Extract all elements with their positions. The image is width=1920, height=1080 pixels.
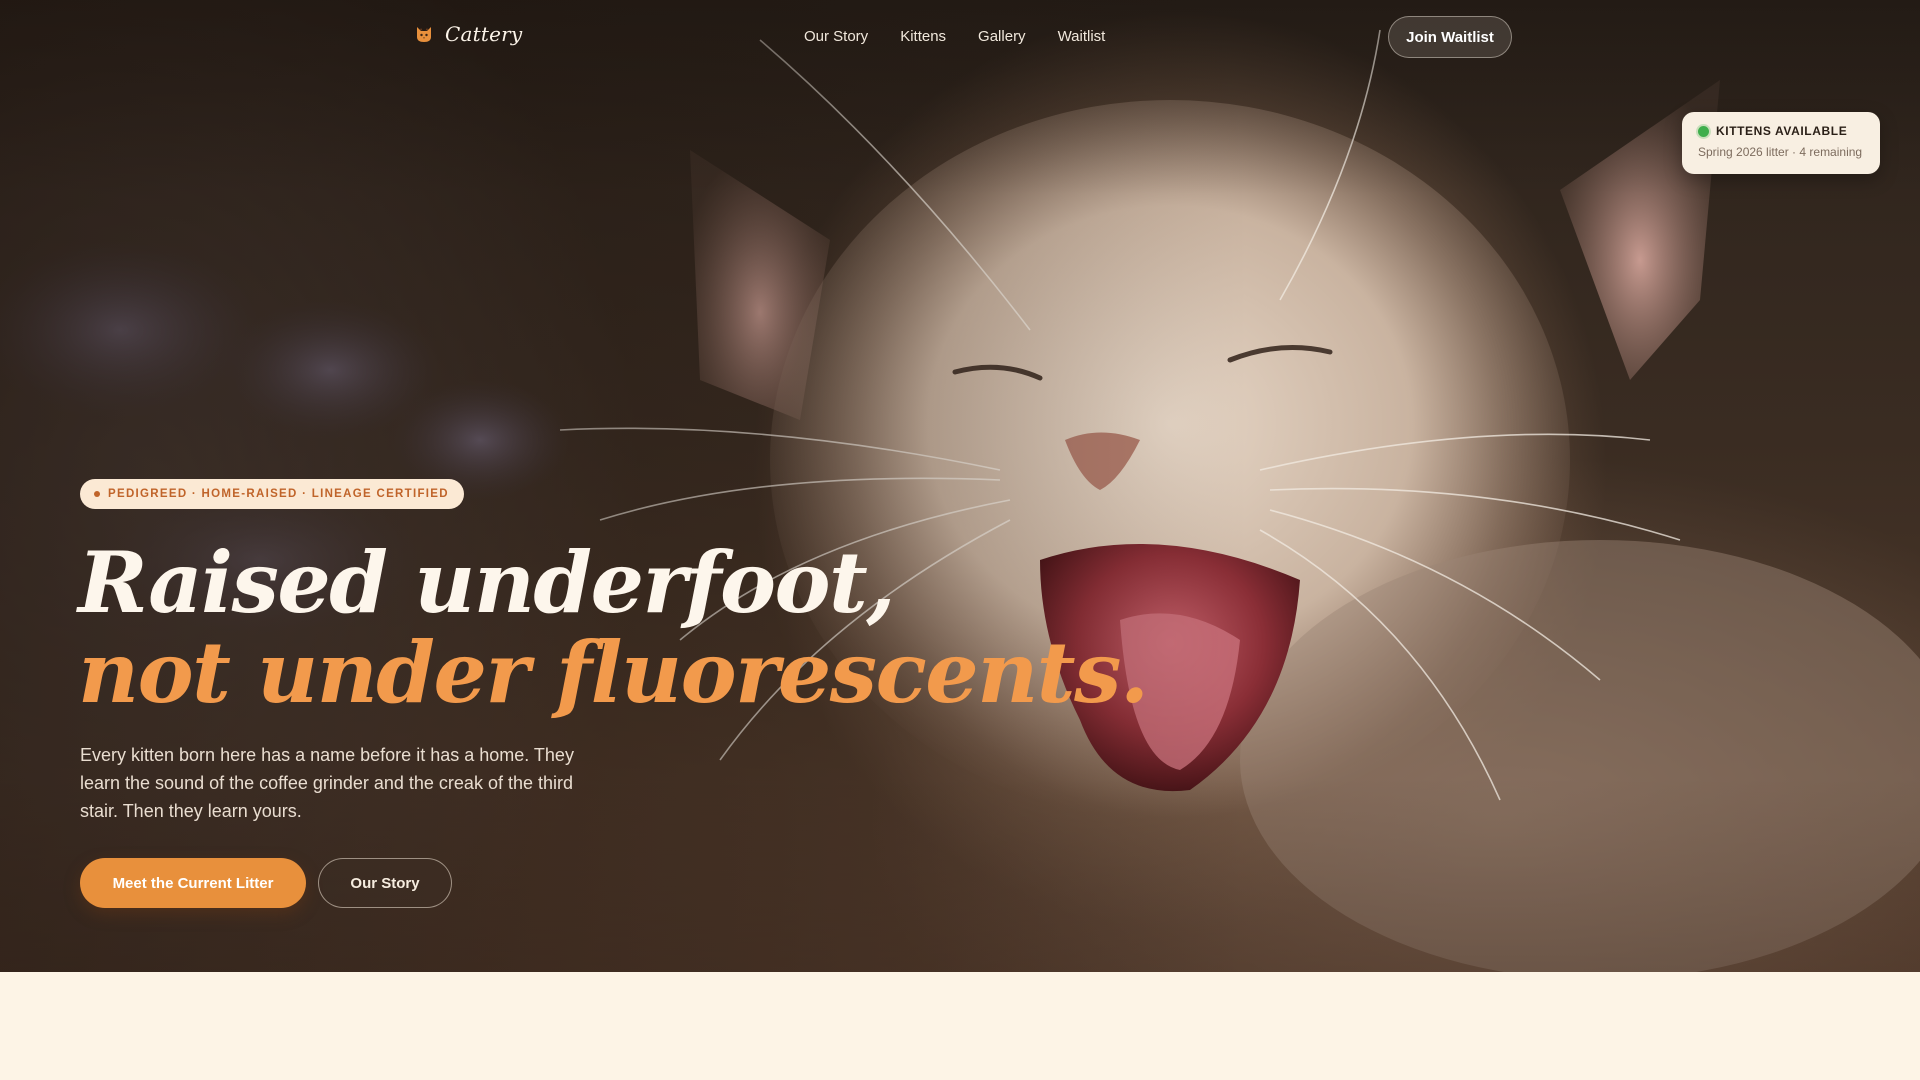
brand-logo[interactable]: Cattery bbox=[413, 22, 522, 46]
nav-link-kittens[interactable]: Kittens bbox=[900, 28, 946, 45]
credentials-badge: PEDIGREED · HOME-RAISED · LINEAGE CERTIF… bbox=[80, 479, 464, 509]
nav-link-our-story[interactable]: Our Story bbox=[804, 28, 868, 45]
hero-headline: Raised underfoot, not under fluorescents… bbox=[78, 533, 1149, 722]
badge-dot-icon bbox=[94, 491, 100, 497]
headline-line-2: not under fluorescents. bbox=[78, 623, 1149, 722]
meet-litter-button[interactable]: Meet the Current Litter bbox=[80, 858, 306, 908]
badge-text: PEDIGREED · HOME-RAISED · LINEAGE CERTIF… bbox=[108, 488, 449, 500]
brand-name: Cattery bbox=[445, 22, 523, 46]
cat-face-icon bbox=[417, 27, 431, 42]
availability-title: KITTENS AVAILABLE bbox=[1716, 124, 1848, 138]
join-waitlist-button[interactable]: Join Waitlist bbox=[1388, 16, 1512, 58]
top-nav: Cattery Our Story Kittens Gallery Waitli… bbox=[0, 0, 1920, 74]
hero-section: Cattery Our Story Kittens Gallery Waitli… bbox=[0, 0, 1920, 972]
status-dot-icon bbox=[1698, 125, 1709, 137]
availability-card: KITTENS AVAILABLE Spring 2026 litter · 4… bbox=[1682, 112, 1880, 174]
our-story-button[interactable]: Our Story bbox=[318, 858, 452, 908]
below-hero-section bbox=[0, 972, 1920, 1080]
nav-link-gallery[interactable]: Gallery bbox=[978, 28, 1026, 45]
nav-link-waitlist[interactable]: Waitlist bbox=[1058, 28, 1106, 45]
availability-subtitle: Spring 2026 litter · 4 remaining bbox=[1698, 145, 1863, 159]
headline-line-1: Raised underfoot, bbox=[78, 533, 896, 632]
hero-description: Every kitten born here has a name before… bbox=[80, 745, 574, 821]
nav-links: Our Story Kittens Gallery Waitlist bbox=[804, 28, 1105, 45]
